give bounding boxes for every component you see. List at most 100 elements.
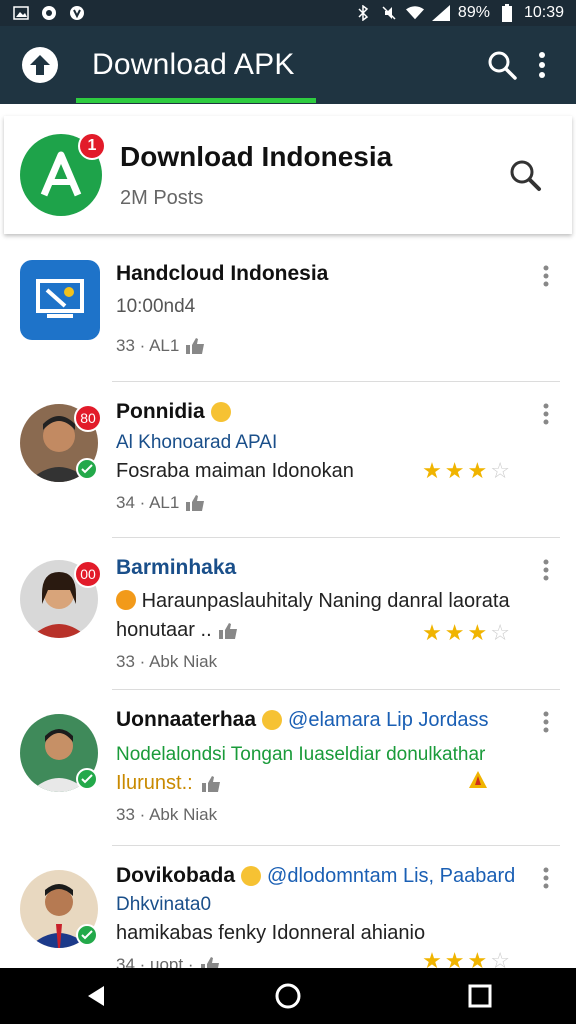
item-title: Handcloud Indonesia xyxy=(116,262,329,285)
star-full-icon: ★ xyxy=(467,620,488,645)
meta-text: 33 · Abk Niak xyxy=(116,652,218,671)
item-description: Ilurunst.: xyxy=(116,772,576,795)
group-header-card[interactable]: 1 Download Indonesia 2M Posts xyxy=(4,116,572,234)
group-search-button[interactable] xyxy=(500,150,550,200)
like-icon[interactable] xyxy=(201,775,221,793)
list-item[interactable]: 80 Ponnidia Al Khonoarad APAI Fosraba ma… xyxy=(0,382,576,538)
status-system: 89% 10:39 xyxy=(354,4,564,22)
item-title-text: Barminhaka xyxy=(116,556,237,579)
item-title: Ponnidia xyxy=(116,400,576,424)
search-icon xyxy=(510,160,541,191)
home-button[interactable] xyxy=(258,968,318,1024)
rating-stars: ★ ★ ★ ☆ xyxy=(422,458,510,484)
notification-badge: 00 xyxy=(74,560,102,588)
vpn-notification-icon xyxy=(68,4,86,22)
notification-badge: 80 xyxy=(74,404,102,432)
status-bar: 89% 10:39 xyxy=(0,0,576,26)
item-subtitle[interactable]: Al Khonoarad APAI xyxy=(116,432,576,454)
active-tab-indicator xyxy=(76,98,316,103)
verified-icon xyxy=(76,924,98,946)
item-more-button[interactable] xyxy=(536,264,556,288)
reaction-emoji-icon xyxy=(116,590,136,610)
meta-text: 34 · AL1 xyxy=(116,493,180,512)
search-icon xyxy=(488,51,517,80)
star-full-icon: ★ xyxy=(444,458,465,483)
item-subtitle: 10:00nd4 xyxy=(116,296,196,317)
more-vert-icon xyxy=(543,265,549,287)
item-description-2-text: honutaar .. xyxy=(116,619,212,641)
group-post-count: 2M Posts xyxy=(120,186,204,209)
more-vert-icon xyxy=(543,711,549,733)
star-full-icon: ★ xyxy=(444,620,465,645)
list-item[interactable]: Uonnaaterhaa @elamara Lip Jordass Nodela… xyxy=(0,690,576,846)
item-meta: 33 · AL1 xyxy=(116,336,576,356)
award-icon xyxy=(468,770,488,790)
item-title: Barminhaka xyxy=(116,556,576,580)
app-logo-icon[interactable] xyxy=(22,47,58,83)
item-description-text: Haraunpaslauhitaly Naning danral laorata xyxy=(141,590,510,612)
more-vert-icon xyxy=(543,867,549,889)
item-description: hamikabas fenky Idonneral ahianio xyxy=(116,922,426,944)
battery-percent: 89% xyxy=(457,4,490,21)
meta-text: 33 · AL1 xyxy=(116,336,180,355)
system-nav-bar xyxy=(0,968,576,1024)
verified-icon xyxy=(76,458,98,480)
item-subtitle: Nodelalondsi Tongan Iuaseldiar donulkath… xyxy=(116,744,486,765)
more-vert-icon xyxy=(539,52,545,78)
app-bar: Download APK xyxy=(0,26,576,104)
item-title-text: Ponnidia xyxy=(116,400,205,423)
group-logo: 1 xyxy=(20,132,106,216)
home-icon xyxy=(275,983,301,1009)
back-icon xyxy=(88,986,104,1006)
item-title-text: Dovikobada xyxy=(116,864,236,887)
notification-badge: 1 xyxy=(78,132,106,160)
mute-icon xyxy=(380,4,398,22)
item-meta: 33 · Abk Niak xyxy=(116,805,576,825)
battery-icon xyxy=(498,4,516,22)
item-more-button[interactable] xyxy=(536,710,556,734)
app-title: Download APK xyxy=(92,48,295,81)
wifi-icon xyxy=(405,4,424,22)
star-empty-icon: ☆ xyxy=(490,458,510,483)
status-notifications xyxy=(12,4,86,22)
item-title: Dovikobada @dlodomntam Lis, Paabard xyxy=(116,864,576,888)
item-more-button[interactable] xyxy=(536,866,556,890)
meta-text: 33 · Abk Niak xyxy=(116,805,218,824)
item-more-button[interactable] xyxy=(536,558,556,582)
more-vert-icon xyxy=(543,403,549,425)
item-more-button[interactable] xyxy=(536,402,556,426)
item-meta: 34 · AL1 xyxy=(116,493,576,513)
item-meta: 33 · Abk Niak xyxy=(116,652,576,672)
item-handle[interactable]: @elamara Lip Jordass xyxy=(288,709,488,732)
star-full-icon: ★ xyxy=(422,620,442,645)
recents-icon xyxy=(468,984,492,1008)
like-icon[interactable] xyxy=(185,494,205,512)
app-icon xyxy=(20,260,100,340)
star-empty-icon: ☆ xyxy=(490,620,510,645)
signal-icon xyxy=(431,4,450,22)
recents-button[interactable] xyxy=(450,968,510,1024)
smile-emoji-icon xyxy=(262,710,283,730)
list-item[interactable]: Handcloud Indonesia 10:00nd4 33 · AL1 xyxy=(0,244,576,382)
overflow-menu-button[interactable] xyxy=(522,45,562,85)
back-button[interactable] xyxy=(66,968,126,1024)
verified-icon xyxy=(76,768,98,790)
item-description: Haraunpaslauhitaly Naning danral laorata xyxy=(116,590,576,613)
list-item[interactable]: 00 Barminhaka Haraunpaslauhitaly Naning … xyxy=(0,538,576,690)
item-handle[interactable]: @dlodomntam Lis, Paabard xyxy=(267,865,515,888)
like-icon[interactable] xyxy=(218,622,238,640)
search-button[interactable] xyxy=(482,45,522,85)
smile-emoji-icon xyxy=(210,402,231,422)
item-description-text: Ilurunst.: xyxy=(116,772,193,794)
rating-stars: ★ ★ ★ ☆ xyxy=(422,620,510,646)
clock: 10:39 xyxy=(523,4,564,21)
list-item[interactable]: Dovikobada @dlodomntam Lis, Paabard Dhkv… xyxy=(0,846,576,976)
smile-emoji-icon xyxy=(241,866,262,886)
app-notification-icon xyxy=(40,4,58,22)
bluetooth-icon xyxy=(354,4,372,22)
post-list: Handcloud Indonesia 10:00nd4 33 · AL1 80… xyxy=(0,244,576,976)
group-title: Download Indonesia xyxy=(120,140,393,172)
like-icon[interactable] xyxy=(185,337,205,355)
star-half-icon: ★ xyxy=(467,458,488,483)
item-title-text: Uonnaaterhaa xyxy=(116,708,257,731)
